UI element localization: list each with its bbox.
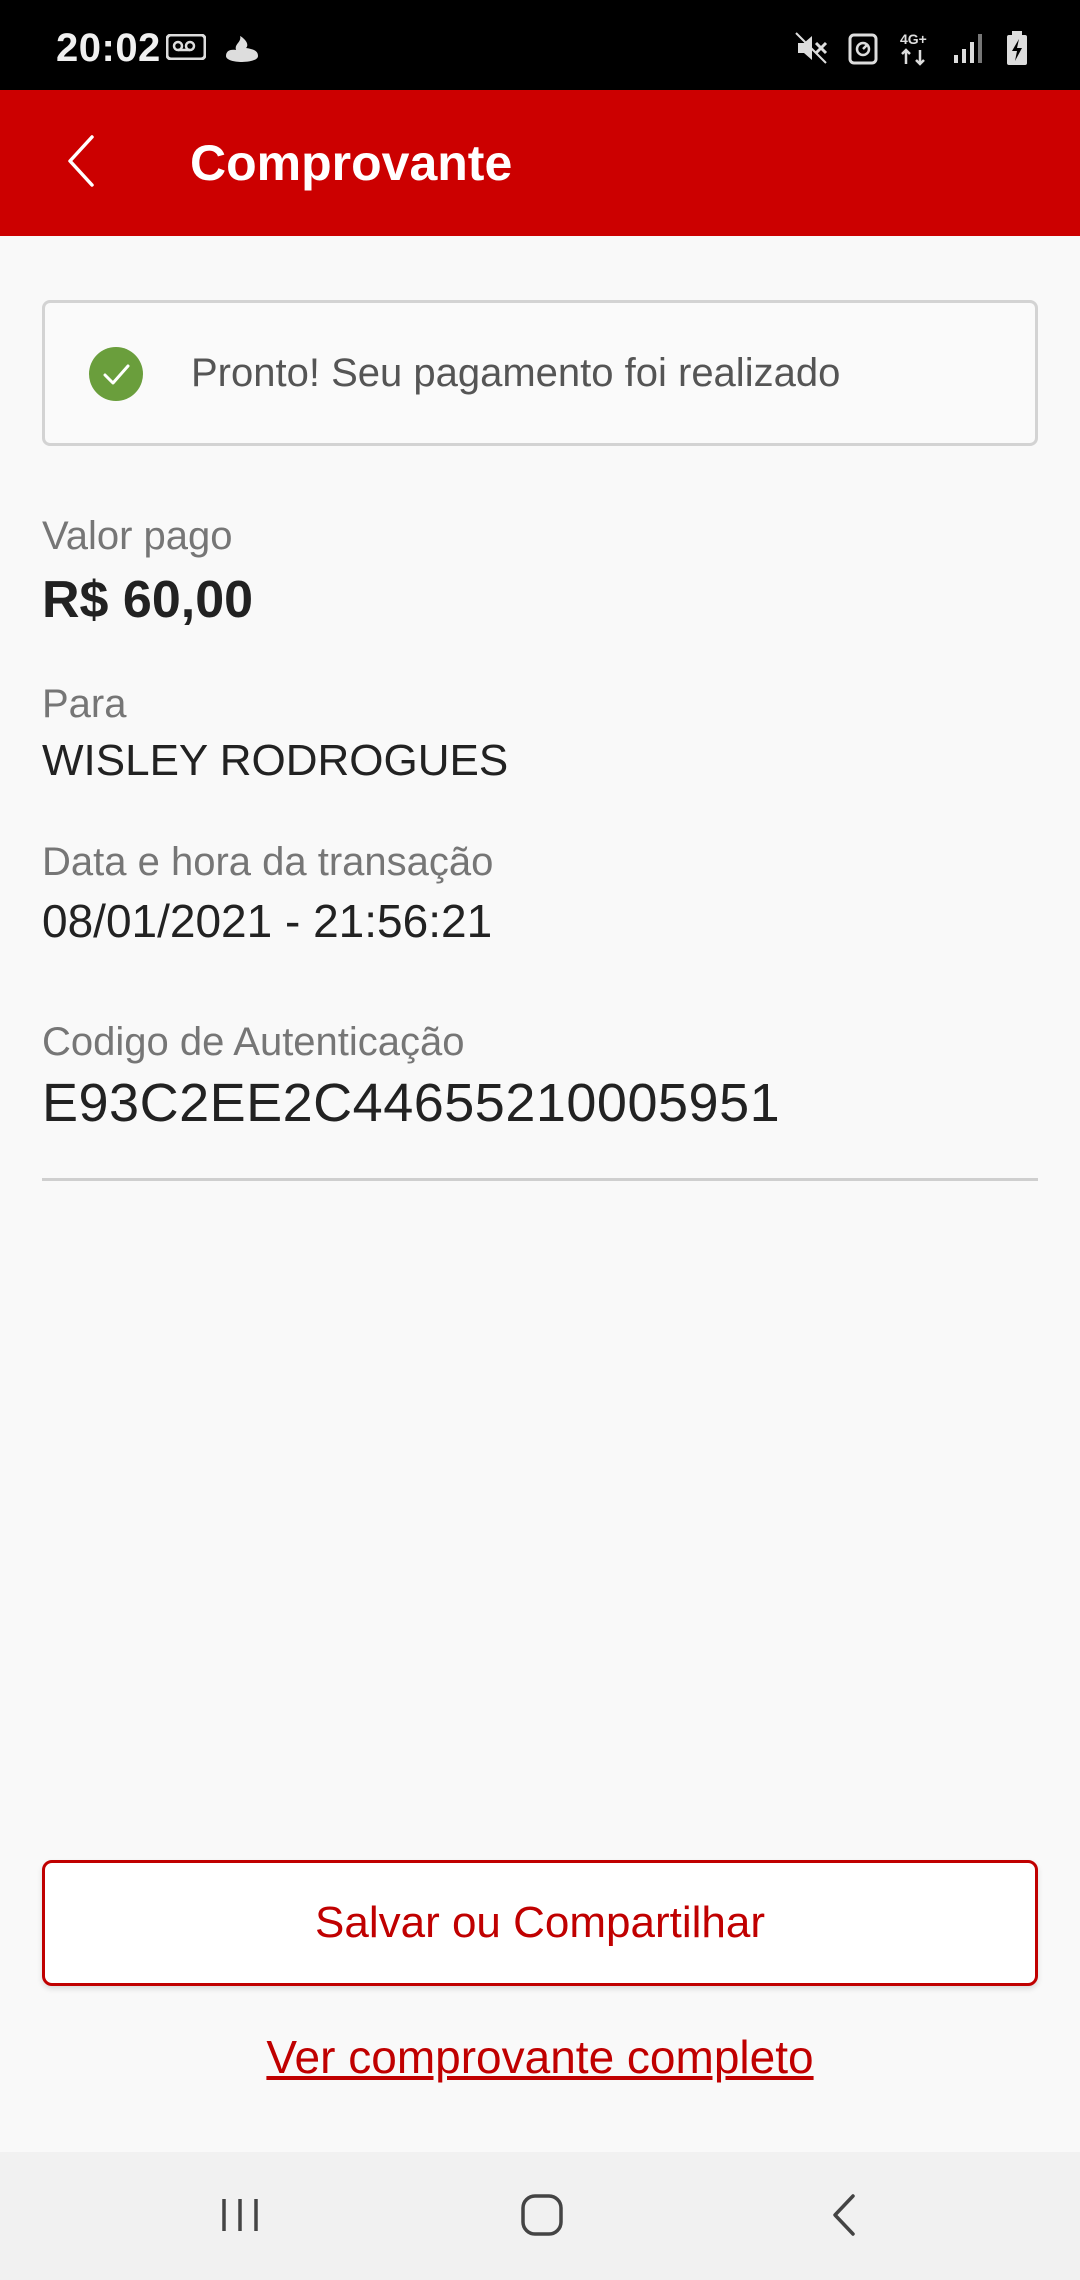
navigation-bar [0, 2152, 1080, 2280]
signal-icon [952, 33, 986, 63]
svg-text:4G+: 4G+ [900, 31, 927, 47]
voicemail-icon [166, 34, 206, 66]
recipient-label: Para [42, 682, 127, 726]
save-share-button[interactable]: Salvar ou Compartilhar [42, 1860, 1038, 1986]
home-button[interactable] [502, 2182, 582, 2252]
authcode-value: E93C2EE2C44655210005951 [42, 1073, 781, 1133]
recent-apps-button[interactable] [200, 2182, 280, 2252]
status-right-icons: 4G+ [794, 30, 1028, 66]
back-icon [827, 2192, 861, 2243]
recipient-value: WISLEY RODROGUES [42, 736, 509, 785]
amount-value: R$ 60,00 [42, 571, 254, 629]
home-icon [519, 2192, 565, 2243]
status-left-icons [166, 34, 262, 66]
app-bar: Comprovante [0, 90, 1080, 236]
network-4g-plus-icon: 4G+ [898, 30, 932, 66]
check-circle-icon [89, 347, 143, 401]
success-message: Pronto! Seu pagamento foi realizado [191, 351, 841, 395]
full-receipt-link[interactable]: Ver comprovante completo [0, 2030, 1080, 2084]
page-title: Comprovante [190, 135, 513, 191]
vibrate-mute-icon [794, 31, 828, 65]
data-saver-icon [848, 31, 878, 65]
datetime-value: 08/01/2021 - 21:56:21 [42, 895, 493, 947]
system-back-button[interactable] [804, 2182, 884, 2252]
authcode-label: Codigo de Autenticação [42, 1020, 465, 1064]
santander-flame-icon [222, 34, 262, 66]
status-time: 20:02 [56, 26, 161, 70]
battery-charging-icon [1006, 31, 1028, 65]
chevron-left-icon [60, 131, 100, 196]
datetime-label: Data e hora da transação [42, 840, 494, 884]
status-bar: 20:02 4G+ [0, 0, 1080, 90]
recent-apps-icon [218, 2195, 262, 2240]
success-banner: Pronto! Seu pagamento foi realizado [42, 300, 1038, 446]
amount-label: Valor pago [42, 514, 233, 558]
back-button[interactable] [40, 118, 120, 208]
divider [42, 1178, 1038, 1181]
